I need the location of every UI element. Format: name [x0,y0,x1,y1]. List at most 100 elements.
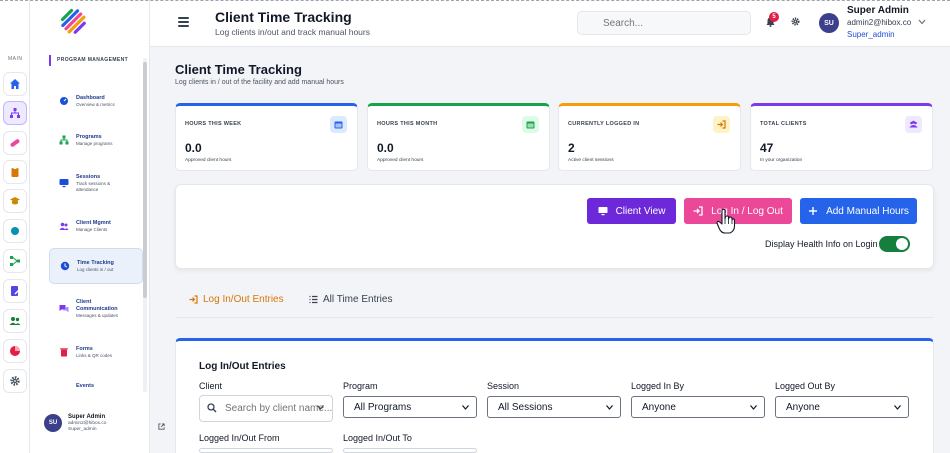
page-title: Client Time Tracking [175,62,302,77]
home-icon [10,79,20,89]
pie-chart-icon [10,346,20,356]
sidebar-item-time-tracking[interactable]: Time Tracking Log clients in / out [49,248,143,284]
search-input[interactable] [577,11,751,35]
hamburger-menu-icon[interactable] [178,17,189,27]
rail-education-button[interactable] [3,189,27,213]
rail-network-button[interactable] [3,249,27,273]
sitemap-icon [10,108,20,118]
user-avatar[interactable]: SU [819,13,839,33]
sidebar-item-events[interactable]: Events [49,369,143,403]
client-view-label: Client View [615,205,666,217]
logged-out-by-select[interactable]: Anyone [775,396,909,418]
rail-forms-button[interactable] [3,279,27,303]
app-logo[interactable] [58,6,90,38]
tab-log-in-out-entries[interactable]: Log In/Out Entries [189,294,284,305]
rail-label: MAIN [8,56,23,62]
users-icon [59,221,69,231]
monitor-icon [59,178,69,188]
sidebar-item-sessions[interactable]: Sessions Track sessions & attendance [49,165,143,201]
stat-card-hours-month: HOURS THIS MONTH 0.0 Approved client hou… [367,103,550,171]
sidebar-item-title: Client [76,299,92,305]
actions-panel [175,184,934,269]
client-search-input[interactable] [199,395,333,422]
program-filter-label: Program [343,381,378,391]
log-in-out-button[interactable]: Log In / Log Out [684,198,792,224]
stat-label: HOURS THIS WEEK [185,121,242,127]
sidebar-user-name: Super Admin [68,414,106,420]
trash-icon [59,347,69,357]
sidebar-user[interactable]: SU Super Admin admin2@hibox.co Super_adm… [44,413,106,433]
stat-label: CURRENTLY LOGGED IN [568,121,640,127]
sidebar-item-forms[interactable]: Forms Links & QR codes [49,334,143,370]
session-filter-label: Session [487,381,520,391]
logged-out-by-label: Logged Out By [775,381,836,391]
logged-in-by-select[interactable]: Anyone [631,396,765,418]
entries-title: Log In/Out Entries [199,361,286,372]
user-email: admin2@hibox.co [847,18,912,27]
stat-note: Approved client hours [185,158,232,163]
sidebar-item-sub: Manage programs [76,140,113,146]
header-title: Client Time Tracking [215,9,352,25]
sidebar-nav: PROGRAM MANAGEMENT Dashboard Overview & m… [30,0,165,453]
rail-home-button[interactable] [3,72,27,96]
stat-note: Approved client hours [377,158,424,163]
sidebar-item-client-mgmnt[interactable]: Client Mgmnt Manage Clients [49,208,143,244]
rail-clipboard-button[interactable] [3,160,27,184]
user-role: Super_admin [847,30,895,39]
chevron-down-icon[interactable] [918,19,926,25]
logged-out-by-value: Anyone [786,401,820,413]
graduation-cap-icon [10,197,20,205]
program-select[interactable]: All Programs [343,396,477,418]
tab-all-time-entries[interactable]: All Time Entries [309,294,392,305]
sidebar-item-title: Events [76,382,95,389]
stat-label: TOTAL CLIENTS [760,121,807,127]
sidebar-item-sub: Log clients in / out [77,266,114,272]
sidebar-item-client-communication[interactable]: Client Communication Messages & updates [49,291,143,327]
network-icon [10,256,20,266]
nav-scrollbar-thumb[interactable] [143,62,147,298]
rail-settings-button[interactable] [3,369,27,393]
user-name: Super Admin [847,5,909,16]
logged-to-date-input[interactable] [343,448,477,453]
sidebar-item-title: Dashboard [76,94,105,101]
logged-in-by-value: Anyone [642,401,676,413]
users-icon [905,116,922,133]
sidebar-user-role: Super_admin [68,427,97,432]
calendar-month-icon [522,116,539,133]
client-filter-label: Client [199,381,223,391]
health-info-label: Display Health Info on Login [765,239,878,249]
rail-circle-button[interactable] [3,219,27,243]
sidebar-item-programs[interactable]: Programs Manage programs [49,122,143,158]
sidebar-item-title: Time Tracking [77,259,114,266]
program-select-value: All Programs [354,401,412,413]
rail-reports-button[interactable] [3,339,27,363]
health-info-toggle[interactable] [879,236,910,252]
client-view-button[interactable]: Client View [587,198,676,224]
stat-value: 2 [568,141,575,155]
stat-value: 0.0 [185,141,202,155]
logged-from-date-input[interactable] [199,448,333,453]
stat-note: Active client sessions [568,158,614,163]
rail-users-button[interactable] [3,309,27,333]
plus-icon [809,207,818,215]
stat-value: 0.0 [377,141,394,155]
session-select[interactable]: All Sessions [487,396,621,418]
external-link-icon[interactable] [158,423,165,430]
hand-cursor-icon [716,208,736,234]
notification-badge: 5 [769,12,779,22]
stat-card-logged-in: CURRENTLY LOGGED IN 2 Active client sess… [558,103,741,171]
dashboard-icon [59,96,69,106]
stat-value: 47 [760,141,774,155]
add-manual-hours-button[interactable]: Add Manual Hours [800,198,917,224]
logged-from-label: Logged In/Out From [199,433,280,443]
sign-in-icon [693,206,703,216]
sidebar-item-dashboard[interactable]: Dashboard Overview & metrics [49,83,143,119]
rail-programs-button[interactable] [3,101,27,125]
gear-icon[interactable] [791,17,800,26]
chevron-down-icon [462,405,469,410]
tabs-divider [175,317,934,318]
chevron-down-icon [317,405,324,410]
rail-pill-button[interactable] [3,131,27,155]
gear-icon [10,376,20,386]
sidebar-item-sub: Overview & metrics [76,101,115,107]
